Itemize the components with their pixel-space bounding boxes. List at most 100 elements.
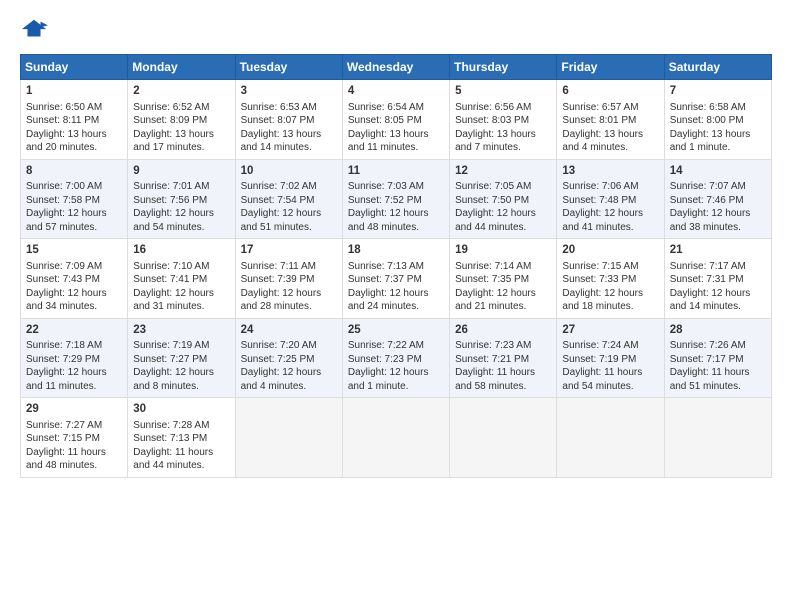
day-info-line: Daylight: 12 hours <box>133 207 229 221</box>
day-info-line: Sunrise: 7:27 AM <box>26 419 122 433</box>
day-info-line: Sunrise: 7:02 AM <box>241 180 337 194</box>
calendar-cell: 10Sunrise: 7:02 AMSunset: 7:54 PMDayligh… <box>235 159 342 239</box>
day-number: 24 <box>241 323 337 339</box>
day-info-line: Sunset: 7:54 PM <box>241 194 337 208</box>
day-number: 10 <box>241 164 337 180</box>
day-info-line: Daylight: 12 hours <box>348 207 444 221</box>
weekday-header: Monday <box>128 55 235 80</box>
calendar-cell: 14Sunrise: 7:07 AMSunset: 7:46 PMDayligh… <box>664 159 771 239</box>
day-info-line: Sunset: 7:35 PM <box>455 273 551 287</box>
day-info-line: Sunset: 8:09 PM <box>133 114 229 128</box>
day-info-line: Sunset: 7:19 PM <box>562 353 658 367</box>
day-info-line: Daylight: 13 hours <box>133 128 229 142</box>
calendar-week-row: 1Sunrise: 6:50 AMSunset: 8:11 PMDaylight… <box>21 80 772 160</box>
calendar-header-row: SundayMondayTuesdayWednesdayThursdayFrid… <box>21 55 772 80</box>
logo <box>20 16 52 44</box>
day-info-line: Daylight: 13 hours <box>455 128 551 142</box>
day-info-line: Sunrise: 7:09 AM <box>26 260 122 274</box>
day-info-line: Daylight: 12 hours <box>562 287 658 301</box>
calendar-cell: 29Sunrise: 7:27 AMSunset: 7:15 PMDayligh… <box>21 398 128 478</box>
day-number: 2 <box>133 84 229 100</box>
day-info-line: and 11 minutes. <box>348 141 444 155</box>
day-info-line: and 8 minutes. <box>133 380 229 394</box>
day-number: 23 <box>133 323 229 339</box>
calendar-cell: 11Sunrise: 7:03 AMSunset: 7:52 PMDayligh… <box>342 159 449 239</box>
day-info-line: Daylight: 12 hours <box>348 287 444 301</box>
day-info-line: and 1 minute. <box>348 380 444 394</box>
day-info-line: Sunset: 7:27 PM <box>133 353 229 367</box>
day-number: 29 <box>26 402 122 418</box>
day-number: 6 <box>562 84 658 100</box>
calendar-cell: 28Sunrise: 7:26 AMSunset: 7:17 PMDayligh… <box>664 318 771 398</box>
day-info-line: and 21 minutes. <box>455 300 551 314</box>
day-number: 18 <box>348 243 444 259</box>
day-info-line: Sunrise: 7:10 AM <box>133 260 229 274</box>
day-info-line: Daylight: 11 hours <box>455 366 551 380</box>
day-info-line: Sunrise: 7:22 AM <box>348 339 444 353</box>
day-number: 12 <box>455 164 551 180</box>
day-info-line: Sunset: 8:11 PM <box>26 114 122 128</box>
day-info-line: and 14 minutes. <box>241 141 337 155</box>
day-info-line: Sunset: 8:00 PM <box>670 114 766 128</box>
day-info-line: and 34 minutes. <box>26 300 122 314</box>
day-info-line: and 48 minutes. <box>348 221 444 235</box>
day-number: 25 <box>348 323 444 339</box>
day-info-line: Daylight: 13 hours <box>26 128 122 142</box>
day-number: 28 <box>670 323 766 339</box>
calendar-cell: 4Sunrise: 6:54 AMSunset: 8:05 PMDaylight… <box>342 80 449 160</box>
calendar-cell: 19Sunrise: 7:14 AMSunset: 7:35 PMDayligh… <box>450 239 557 319</box>
day-info-line: Sunrise: 7:00 AM <box>26 180 122 194</box>
day-info-line: Daylight: 11 hours <box>133 446 229 460</box>
day-number: 16 <box>133 243 229 259</box>
calendar-week-row: 22Sunrise: 7:18 AMSunset: 7:29 PMDayligh… <box>21 318 772 398</box>
calendar-cell <box>342 398 449 478</box>
calendar-week-row: 8Sunrise: 7:00 AMSunset: 7:58 PMDaylight… <box>21 159 772 239</box>
day-info-line: and 28 minutes. <box>241 300 337 314</box>
day-info-line: Sunset: 7:37 PM <box>348 273 444 287</box>
weekday-header: Thursday <box>450 55 557 80</box>
day-info-line: Sunrise: 7:26 AM <box>670 339 766 353</box>
day-info-line: Sunrise: 7:11 AM <box>241 260 337 274</box>
day-info-line: Daylight: 12 hours <box>133 366 229 380</box>
day-info-line: Sunset: 7:58 PM <box>26 194 122 208</box>
day-number: 15 <box>26 243 122 259</box>
calendar-cell: 9Sunrise: 7:01 AMSunset: 7:56 PMDaylight… <box>128 159 235 239</box>
day-info-line: Sunset: 7:23 PM <box>348 353 444 367</box>
day-info-line: Sunset: 7:52 PM <box>348 194 444 208</box>
day-info-line: and 51 minutes. <box>241 221 337 235</box>
day-info-line: Sunrise: 6:58 AM <box>670 101 766 115</box>
day-info-line: Sunrise: 7:17 AM <box>670 260 766 274</box>
day-number: 27 <box>562 323 658 339</box>
day-info-line: Sunset: 8:05 PM <box>348 114 444 128</box>
day-info-line: Daylight: 12 hours <box>241 287 337 301</box>
header <box>20 16 772 44</box>
day-info-line: Daylight: 13 hours <box>562 128 658 142</box>
day-info-line: Daylight: 12 hours <box>670 287 766 301</box>
weekday-header: Wednesday <box>342 55 449 80</box>
day-info-line: Sunset: 7:25 PM <box>241 353 337 367</box>
weekday-header: Friday <box>557 55 664 80</box>
calendar-cell: 26Sunrise: 7:23 AMSunset: 7:21 PMDayligh… <box>450 318 557 398</box>
day-info-line: Daylight: 11 hours <box>26 446 122 460</box>
day-info-line: Sunrise: 7:20 AM <box>241 339 337 353</box>
day-number: 19 <box>455 243 551 259</box>
day-info-line: Sunrise: 7:05 AM <box>455 180 551 194</box>
day-number: 9 <box>133 164 229 180</box>
calendar-cell: 22Sunrise: 7:18 AMSunset: 7:29 PMDayligh… <box>21 318 128 398</box>
day-number: 21 <box>670 243 766 259</box>
day-info-line: Sunrise: 7:28 AM <box>133 419 229 433</box>
day-info-line: Daylight: 12 hours <box>26 287 122 301</box>
day-info-line: Daylight: 12 hours <box>26 207 122 221</box>
weekday-header: Saturday <box>664 55 771 80</box>
logo-icon <box>20 16 48 44</box>
day-number: 11 <box>348 164 444 180</box>
day-info-line: Sunset: 8:07 PM <box>241 114 337 128</box>
day-number: 26 <box>455 323 551 339</box>
calendar-cell <box>557 398 664 478</box>
day-info-line: and 57 minutes. <box>26 221 122 235</box>
day-info-line: Sunrise: 6:50 AM <box>26 101 122 115</box>
day-info-line: Sunset: 8:03 PM <box>455 114 551 128</box>
day-info-line: Sunset: 7:48 PM <box>562 194 658 208</box>
day-number: 1 <box>26 84 122 100</box>
day-info-line: Daylight: 12 hours <box>241 366 337 380</box>
